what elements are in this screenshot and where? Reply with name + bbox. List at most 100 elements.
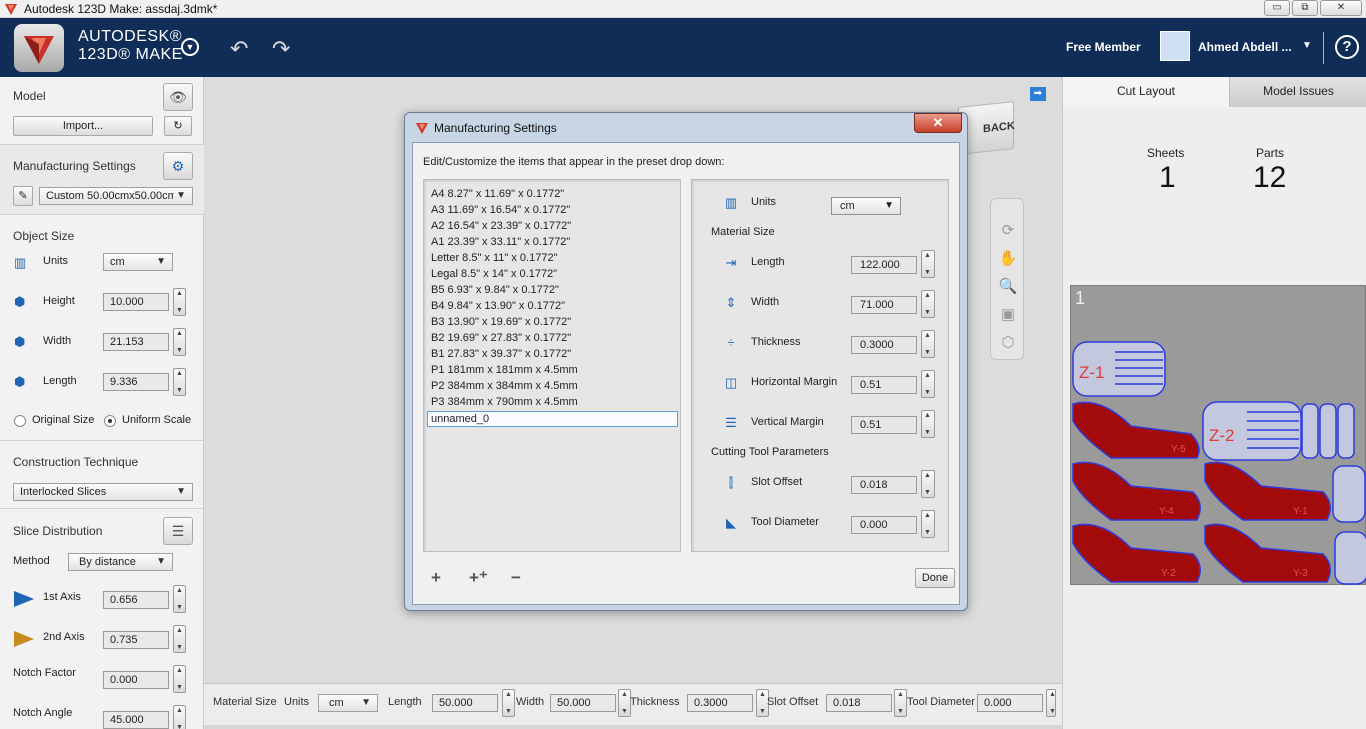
avatar[interactable] <box>1160 31 1190 61</box>
undo-icon[interactable]: ↶ <box>230 36 248 62</box>
bottom-length-input[interactable]: 50.000 <box>432 694 498 712</box>
axis1-stepper[interactable] <box>173 585 186 613</box>
original-size-radio[interactable] <box>14 415 26 427</box>
refresh-icon[interactable]: ↻ <box>164 116 192 136</box>
notch-factor-input[interactable]: 0.000 <box>103 671 169 689</box>
orbit-icon[interactable]: ⟳ <box>998 221 1018 241</box>
dlg-slot-offset-stepper[interactable] <box>921 470 935 498</box>
dialog-titlebar[interactable]: Manufacturing Settings ✕ <box>405 113 967 141</box>
width-stepper[interactable] <box>173 328 186 356</box>
pan-hand-icon[interactable]: ✋ <box>998 249 1018 269</box>
dlg-tool-diameter-stepper[interactable] <box>921 510 935 538</box>
list-item[interactable]: A2 16.54" x 23.39" x 0.1772" <box>431 220 571 232</box>
axis2-stepper[interactable] <box>173 625 186 653</box>
part-small-2[interactable] <box>1319 403 1337 459</box>
list-item[interactable]: P1 181mm x 181mm x 4.5mm <box>431 364 578 376</box>
help-icon[interactable]: ? <box>1335 35 1359 59</box>
done-button[interactable]: Done <box>915 568 955 588</box>
dlg-length-stepper[interactable] <box>921 250 935 278</box>
list-item[interactable]: B2 19.69" x 27.83" x 0.1772" <box>431 332 571 344</box>
list-item[interactable]: Letter 8.5" x 11" x 0.1772" <box>431 252 557 264</box>
part-y-3[interactable] <box>1204 523 1331 583</box>
bottom-slot-offset-stepper[interactable] <box>894 689 907 717</box>
maximize-button[interactable]: ⧉ <box>1292 0 1318 16</box>
view-cube-icon[interactable]: ⬡ <box>998 333 1018 353</box>
list-item[interactable]: A4 8.27" x 11.69" x 0.1772" <box>431 188 564 200</box>
dlg-vmargin-input[interactable]: 0.51 <box>851 416 917 434</box>
pencil-icon[interactable]: ✎ <box>13 186 33 206</box>
list-item[interactable]: P3 384mm x 790mm x 4.5mm <box>431 396 578 408</box>
axis1-input[interactable]: 0.656 <box>103 591 169 609</box>
preset-dropdown[interactable]: Custom 50.00cmx50.00cm ▼ <box>39 187 193 205</box>
notch-angle-stepper[interactable] <box>173 705 186 729</box>
list-item[interactable]: P2 384mm x 384mm x 4.5mm <box>431 380 578 392</box>
gear-icon[interactable]: ⚙ <box>163 152 193 180</box>
dlg-slot-offset-input[interactable]: 0.018 <box>851 476 917 494</box>
cut-sheet[interactable]: 1 Z-1 Z-2 Y-5 Y-4 Y-1 Y-2 Y-3 <box>1070 285 1366 585</box>
fit-view-icon[interactable]: ▣ <box>998 305 1018 325</box>
length-input[interactable]: 9.336 <box>103 373 169 391</box>
bottom-tool-diameter-stepper[interactable] <box>1046 689 1056 717</box>
duplicate-preset-button[interactable]: +⁺ <box>469 568 488 588</box>
dlg-hmargin-stepper[interactable] <box>921 370 935 398</box>
import-button[interactable]: Import... <box>13 116 153 136</box>
axis2-input[interactable]: 0.735 <box>103 631 169 649</box>
minimize-button[interactable]: ▭ <box>1264 0 1290 16</box>
bottom-width-input[interactable]: 50.000 <box>550 694 616 712</box>
dlg-tool-diameter-input[interactable]: 0.000 <box>851 516 917 534</box>
part-small-4[interactable] <box>1332 465 1366 523</box>
dlg-hmargin-input[interactable]: 0.51 <box>851 376 917 394</box>
construction-dropdown[interactable]: Interlocked Slices ▼ <box>13 483 193 501</box>
part-y-2[interactable] <box>1072 523 1201 583</box>
part-small-1[interactable] <box>1301 403 1319 459</box>
zoom-icon[interactable]: 🔍 <box>998 277 1018 297</box>
tab-model-issues[interactable]: Model Issues <box>1229 77 1366 107</box>
dlg-units-dropdown[interactable]: cm ▼ <box>831 197 901 215</box>
part-small-3[interactable] <box>1337 403 1355 459</box>
tab-cut-layout[interactable]: Cut Layout <box>1063 77 1229 107</box>
height-stepper[interactable] <box>173 288 186 316</box>
preset-name-input[interactable]: unnamed_0 <box>427 411 678 427</box>
list-item[interactable]: Legal 8.5" x 14" x 0.1772" <box>431 268 557 280</box>
dlg-thickness-input[interactable]: 0.3000 <box>851 336 917 354</box>
list-item[interactable]: A1 23.39" x 33.11" x 0.1772" <box>431 236 570 248</box>
list-item[interactable]: B5 6.93" x 9.84" x 0.1772" <box>431 284 559 296</box>
notch-factor-stepper[interactable] <box>173 665 186 693</box>
dlg-tool-diameter-label: Tool Diameter <box>751 516 819 528</box>
uniform-scale-radio[interactable] <box>104 415 116 427</box>
height-input[interactable]: 10.000 <box>103 293 169 311</box>
dialog-close-icon[interactable]: ✕ <box>914 113 962 133</box>
close-window-button[interactable]: ✕ <box>1320 0 1362 16</box>
dlg-width-stepper[interactable] <box>921 290 935 318</box>
redo-icon[interactable]: ↷ <box>272 36 290 62</box>
part-y-1[interactable] <box>1204 461 1331 521</box>
method-dropdown[interactable]: By distance ▼ <box>68 553 173 571</box>
length-stepper[interactable] <box>173 368 186 396</box>
list-item[interactable]: B4 9.84" x 13.90" x 0.1772" <box>431 300 565 312</box>
dlg-vmargin-stepper[interactable] <box>921 410 935 438</box>
add-preset-button[interactable]: + <box>431 568 441 588</box>
user-name[interactable]: Ahmed Abdell ... <box>1198 40 1292 54</box>
eye-icon[interactable]: 👁 <box>163 83 193 111</box>
part-y-4[interactable] <box>1072 461 1201 521</box>
notch-angle-input[interactable]: 45.000 <box>103 711 169 729</box>
list-item[interactable]: B1 27.83" x 39.37" x 0.1772" <box>431 348 571 360</box>
bottom-tool-diameter-input[interactable]: 0.000 <box>977 694 1043 712</box>
list-item[interactable]: A3 11.69" x 16.54" x 0.1772" <box>431 204 570 216</box>
bottom-thickness-input[interactable]: 0.3000 <box>687 694 753 712</box>
collapse-panel-arrow-icon[interactable]: ➡ <box>1030 87 1046 101</box>
app-menu-chevron-icon[interactable]: ▼ <box>181 38 199 56</box>
list-item[interactable]: B3 13.90" x 19.69" x 0.1772" <box>431 316 571 328</box>
bottom-units-dropdown[interactable]: cm ▼ <box>318 694 378 712</box>
dlg-length-input[interactable]: 122.000 <box>851 256 917 274</box>
units-dropdown[interactable]: cm ▼ <box>103 253 173 271</box>
remove-preset-button[interactable]: − <box>511 568 521 588</box>
user-menu-chevron-down-icon[interactable]: ▼ <box>1302 40 1312 51</box>
width-input[interactable]: 21.153 <box>103 333 169 351</box>
bottom-slot-offset-input[interactable]: 0.018 <box>826 694 892 712</box>
slice-list-icon[interactable]: ☰ <box>163 517 193 545</box>
dlg-thickness-stepper[interactable] <box>921 330 935 358</box>
dlg-width-input[interactable]: 71.000 <box>851 296 917 314</box>
part-small-5[interactable] <box>1334 531 1366 585</box>
bottom-length-stepper[interactable] <box>502 689 515 717</box>
